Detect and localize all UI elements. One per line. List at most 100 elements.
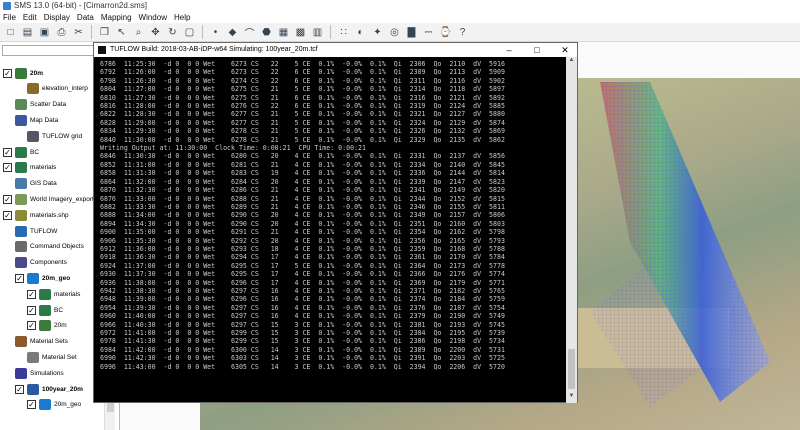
menu-data[interactable]: Data: [77, 12, 94, 23]
console-line: 6846 11:30:30 -d 0 0 0 Wet 6280 CS 20 4 …: [100, 152, 505, 161]
tree-item-material-set[interactable]: Material Set: [15, 350, 77, 364]
tree-item-20m-geo[interactable]: ✓ 20m_geo: [27, 398, 81, 412]
menu-file[interactable]: File: [3, 12, 16, 23]
frame-icon[interactable]: ▢: [182, 25, 197, 40]
tree-item-world-imagery-exported[interactable]: ✓ World Imagery_exported: [3, 192, 101, 206]
tree-item-materials[interactable]: ✓ materials: [3, 161, 56, 175]
tree-item-scatter-data[interactable]: Scatter Data: [3, 98, 66, 112]
point-icon[interactable]: •: [208, 25, 223, 40]
tree-item-gis-data[interactable]: GIS Data: [3, 177, 57, 191]
tuflow-grid-results: [590, 82, 770, 407]
tree-item-tuflow-grid[interactable]: TUFLOW grid: [15, 129, 82, 143]
toolbar-separator: [330, 25, 331, 39]
tree-item-elevation-interp[interactable]: elevation_interp: [15, 82, 88, 96]
tree-item-label: Material Sets: [30, 338, 68, 346]
tree-checkbox[interactable]: ✓: [15, 384, 24, 394]
probe-icon[interactable]: ✦: [370, 25, 385, 40]
rotate-icon[interactable]: ↻: [165, 25, 180, 40]
tgrid-icon: [27, 130, 39, 142]
print-icon[interactable]: ⎙: [54, 25, 69, 40]
zoom-icon[interactable]: ⌕: [131, 25, 146, 40]
help-icon[interactable]: ?: [455, 25, 470, 40]
menu-edit[interactable]: Edit: [23, 12, 37, 23]
close-button[interactable]: ✕: [556, 43, 574, 57]
tree-checkbox[interactable]: ✓: [3, 68, 12, 78]
comp-icon: [15, 257, 27, 269]
scatter-icon[interactable]: ∷: [336, 25, 351, 40]
arc-icon[interactable]: ⌒: [242, 25, 257, 40]
tree-item-label: BC: [30, 148, 40, 156]
select-icon[interactable]: ↖: [114, 25, 129, 40]
tree-item-bc[interactable]: ✓ BC: [27, 303, 63, 317]
menu-help[interactable]: Help: [174, 12, 190, 23]
tree-item-20m[interactable]: ✓ 20m: [3, 66, 43, 80]
save-icon[interactable]: ▣: [37, 25, 52, 40]
tree-checkbox[interactable]: ✓: [27, 321, 36, 331]
console-line: 6996 11:43:00 -d 0 0 0 Wet 6305 CS 14 3 …: [100, 362, 505, 371]
open-icon[interactable]: ▤: [20, 25, 35, 40]
pan-icon[interactable]: ✥: [148, 25, 163, 40]
tree-checkbox[interactable]: ✓: [15, 273, 24, 283]
menu-mapping[interactable]: Mapping: [101, 12, 132, 23]
console-line: 6882 11:33:30 -d 0 0 0 Wet 6289 CS 21 4 …: [100, 202, 505, 211]
cmd-icon: [15, 241, 27, 253]
console-output: 6786 11:25:30 -d 0 0 0 Wet 6273 CS 22 5 …: [94, 57, 566, 403]
tuflow-icon: [15, 225, 27, 237]
globe-icon[interactable]: ◎: [387, 25, 402, 40]
tree-checkbox[interactable]: ✓: [27, 400, 36, 410]
tree-item-command-objects[interactable]: Command Objects: [3, 240, 84, 254]
chart-icon[interactable]: ▇: [404, 25, 419, 40]
plot-icon[interactable]: ⎓: [421, 25, 436, 40]
tree-item-label: Map Data: [30, 116, 59, 124]
tree-checkbox[interactable]: ✓: [3, 194, 12, 204]
tree-item-map-data[interactable]: Map Data: [3, 113, 58, 127]
mset-icon: [15, 336, 27, 348]
shp-icon: [15, 209, 27, 221]
tree-checkbox[interactable]: ✓: [3, 147, 12, 157]
menu-window[interactable]: Window: [139, 12, 167, 23]
tree-item-20m-geo[interactable]: ✓ 20m_geo: [15, 271, 70, 285]
tree-item-tuflow[interactable]: TUFLOW: [3, 224, 57, 238]
tree-item-bc[interactable]: ✓ BC: [3, 145, 39, 159]
cut-icon[interactable]: ✂: [71, 25, 86, 40]
tree-checkbox[interactable]: ✓: [27, 289, 36, 299]
tree-item-20m[interactable]: ✓ 20m: [27, 319, 67, 333]
menu-display[interactable]: Display: [44, 12, 70, 23]
history-icon[interactable]: ⌚: [438, 25, 453, 40]
console-line: 6978 11:41:30 -d 0 0 0 Wet 6299 CS 15 3 …: [100, 337, 505, 346]
console-line: 6894 11:34:30 -d 0 0 0 Wet 6290 CS 20 4 …: [100, 219, 505, 228]
console-line: 6924 11:37:00 -d 0 0 0 Wet 6295 CS 17 5 …: [100, 261, 505, 270]
cell-icon[interactable]: ▩: [293, 25, 308, 40]
copy-icon[interactable]: ❐: [97, 25, 112, 40]
node-icon[interactable]: ◆: [225, 25, 240, 40]
tree-checkbox[interactable]: ✓: [3, 210, 12, 220]
mat-icon: [27, 351, 39, 363]
tree-checkbox[interactable]: ✓: [3, 163, 12, 173]
tree-item-material-sets[interactable]: Material Sets: [3, 335, 68, 349]
tree-item-components[interactable]: Components: [3, 256, 67, 270]
scroll-down-icon[interactable]: ▼: [566, 393, 577, 403]
console-scroll-thumb[interactable]: [568, 349, 575, 389]
console-line: 6810 11:27:30 -d 0 0 0 Wet 6275 CS 21 6 …: [100, 93, 505, 102]
cov-icon: [15, 162, 27, 174]
console-line: 6984 11:42:00 -d 0 0 0 Wet 6300 CS 14 3 …: [100, 345, 505, 354]
maximize-button[interactable]: □: [528, 43, 546, 57]
tree-item-100year-20m[interactable]: ✓ 100year_20m: [15, 382, 83, 396]
tree-item-simulations[interactable]: Simulations: [3, 366, 64, 380]
new-icon[interactable]: □: [3, 25, 18, 40]
polygon-icon[interactable]: ⬣: [259, 25, 274, 40]
console-scrollbar[interactable]: ▲ ▼: [566, 57, 577, 403]
tree-item-materials-shp[interactable]: ✓ materials.shp: [3, 208, 69, 222]
tree-item-materials[interactable]: ✓ materials: [27, 287, 80, 301]
grid-icon: [39, 320, 51, 332]
mesh-icon[interactable]: ▦: [276, 25, 291, 40]
console-line: 6858 11:31:30 -d 0 0 0 Wet 6283 CS 19 4 …: [100, 169, 505, 178]
tree-checkbox[interactable]: ✓: [27, 305, 36, 315]
grid-icon[interactable]: ▥: [310, 25, 325, 40]
scroll-up-icon[interactable]: ▲: [566, 57, 577, 67]
console-title-bar: TUFLOW Build: 2018-03-AB-iDP-w64 Simulat…: [94, 43, 577, 57]
tree-item-label: materials: [54, 290, 81, 298]
color-icon[interactable]: ◐: [353, 25, 368, 40]
tree-item-label: materials: [30, 164, 57, 172]
minimize-button[interactable]: –: [500, 43, 518, 57]
